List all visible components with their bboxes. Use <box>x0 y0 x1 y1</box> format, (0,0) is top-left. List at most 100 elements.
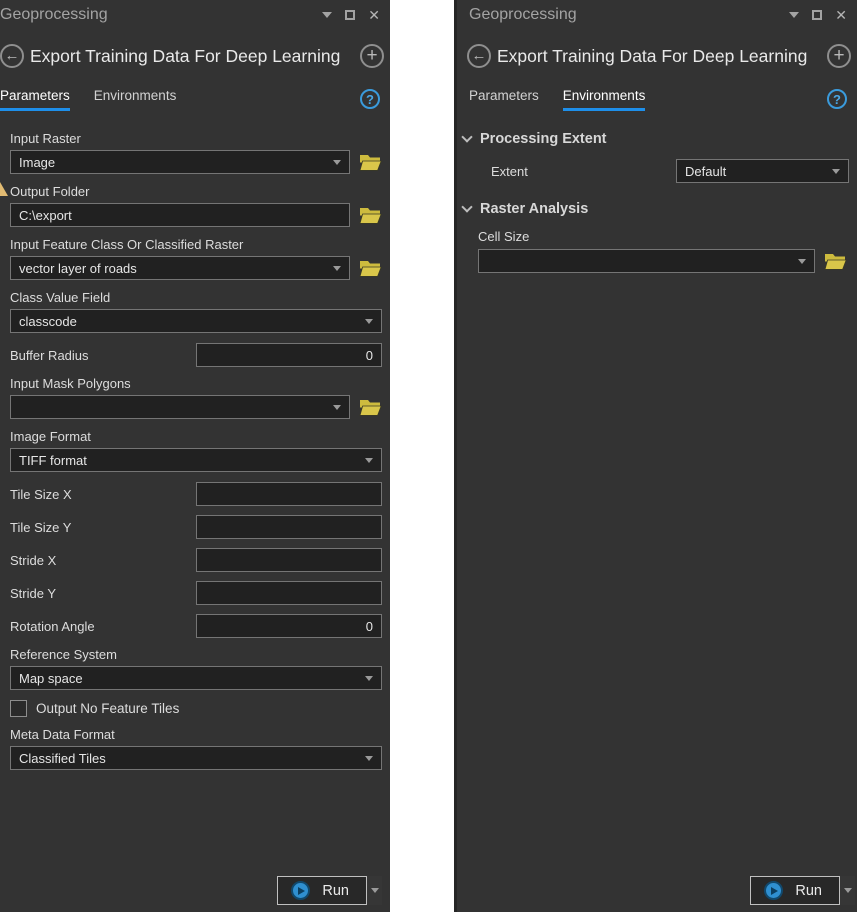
input-feature-class-browse-button[interactable] <box>358 258 382 278</box>
field-label: Meta Data Format <box>10 727 382 742</box>
geoprocessing-pane-parameters: Geoprocessing ✕ ← Export Training Data F… <box>0 0 390 912</box>
field-label: Reference System <box>10 647 382 662</box>
output-folder-input[interactable] <box>10 203 350 227</box>
back-arrow-icon: ← <box>5 48 20 63</box>
add-to-new-button[interactable]: + <box>360 44 384 68</box>
back-button[interactable]: ← <box>467 44 491 68</box>
chevron-down-icon <box>832 169 840 174</box>
combo-value: Default <box>685 164 832 179</box>
tab-environments[interactable]: Environments <box>94 88 177 111</box>
back-button[interactable]: ← <box>0 44 24 68</box>
stride-x-input[interactable] <box>196 548 382 572</box>
pane-menu-caret-icon[interactable] <box>322 12 332 18</box>
field-label: Output Folder <box>10 184 382 199</box>
cell-size-browse-button[interactable] <box>823 251 847 271</box>
plus-icon: + <box>833 46 844 65</box>
folder-icon <box>359 153 382 172</box>
float-window-icon[interactable] <box>345 10 355 20</box>
rotation-angle-input[interactable] <box>196 614 382 638</box>
tab-bar: Parameters Environments ? <box>0 70 390 111</box>
input-mask-polygons-combobox[interactable] <box>10 395 350 419</box>
pane-titlebar: Geoprocessing ✕ <box>0 0 390 30</box>
section-processing-extent[interactable]: Processing Extent <box>463 125 850 157</box>
field-rotation-angle: Rotation Angle <box>10 614 382 638</box>
field-tile-size-y: Tile Size Y <box>10 515 382 539</box>
field-input-feature-class: Input Feature Class Or Classified Raster… <box>10 237 382 280</box>
chevron-down-icon <box>365 756 373 761</box>
input-feature-class-combobox[interactable]: vector layer of roads <box>10 256 350 280</box>
section-title: Raster Analysis <box>480 201 588 217</box>
input-raster-combobox[interactable]: Image <box>10 150 350 174</box>
input-raster-browse-button[interactable] <box>358 152 382 172</box>
section-raster-analysis[interactable]: Raster Analysis <box>463 195 850 227</box>
pane-titlebar: Geoprocessing ✕ <box>457 0 857 30</box>
section-title: Processing Extent <box>480 131 607 147</box>
field-reference-system: Reference System Map space <box>10 647 382 690</box>
field-cell-size: Cell Size <box>463 227 850 283</box>
chevron-down-icon <box>365 458 373 463</box>
environments-form: Processing Extent Extent Default Raster … <box>457 111 857 283</box>
back-arrow-icon: ← <box>472 48 487 63</box>
question-mark-icon: ? <box>366 92 374 107</box>
field-label: Cell Size <box>478 229 847 244</box>
field-input-raster: Input Raster Image <box>10 131 382 174</box>
field-label: Rotation Angle <box>10 619 196 634</box>
field-label: Stride Y <box>10 586 196 601</box>
chevron-down-icon <box>333 160 341 165</box>
field-buffer-radius: Buffer Radius <box>10 343 382 367</box>
help-button[interactable]: ? <box>827 89 847 109</box>
folder-icon <box>359 206 382 225</box>
field-label: Input Raster <box>10 131 382 146</box>
meta-data-format-combobox[interactable]: Classified Tiles <box>10 746 382 770</box>
float-window-icon[interactable] <box>812 10 822 20</box>
parameters-form: Input Raster Image Output Folder <box>0 111 390 770</box>
chevron-down-icon <box>365 676 373 681</box>
run-button[interactable]: Run <box>277 876 367 905</box>
chevron-down-icon <box>365 319 373 324</box>
run-options-arrow[interactable] <box>840 876 855 905</box>
tab-parameters[interactable]: Parameters <box>469 88 539 111</box>
field-extent: Extent Default <box>463 157 850 195</box>
chevron-down-icon <box>333 266 341 271</box>
add-to-new-button[interactable]: + <box>827 44 851 68</box>
combo-value: classcode <box>19 314 365 329</box>
field-label: Image Format <box>10 429 382 444</box>
image-format-combobox[interactable]: TIFF format <box>10 448 382 472</box>
output-folder-browse-button[interactable] <box>358 205 382 225</box>
field-label: Stride X <box>10 553 196 568</box>
pane-title: Geoprocessing <box>469 6 789 24</box>
run-button[interactable]: Run <box>750 876 840 905</box>
output-no-feature-tiles-checkbox[interactable] <box>10 700 27 717</box>
pane-menu-caret-icon[interactable] <box>789 12 799 18</box>
tab-environments[interactable]: Environments <box>563 88 646 111</box>
class-value-field-combobox[interactable]: classcode <box>10 309 382 333</box>
tool-title: Export Training Data For Deep Learning <box>497 46 821 67</box>
tile-size-x-input[interactable] <box>196 482 382 506</box>
help-button[interactable]: ? <box>360 89 380 109</box>
run-play-icon <box>764 881 783 900</box>
field-tile-size-x: Tile Size X <box>10 482 382 506</box>
combo-value: Classified Tiles <box>19 751 365 766</box>
folder-icon <box>359 259 382 278</box>
chevron-down-icon <box>461 201 472 212</box>
pane-title: Geoprocessing <box>0 6 322 24</box>
input-mask-polygons-browse-button[interactable] <box>358 397 382 417</box>
stride-y-input[interactable] <box>196 581 382 605</box>
tab-bar: Parameters Environments ? <box>457 70 857 111</box>
tile-size-y-input[interactable] <box>196 515 382 539</box>
chevron-down-icon <box>461 131 472 142</box>
cell-size-combobox[interactable] <box>478 249 815 273</box>
close-icon[interactable]: ✕ <box>368 8 380 22</box>
chevron-down-icon <box>798 259 806 264</box>
tab-parameters[interactable]: Parameters <box>0 88 70 111</box>
close-icon[interactable]: ✕ <box>835 8 847 22</box>
warning-icon <box>0 182 8 196</box>
combo-value: Image <box>19 155 333 170</box>
extent-combobox[interactable]: Default <box>676 159 849 183</box>
field-label: Input Feature Class Or Classified Raster <box>10 237 382 252</box>
reference-system-combobox[interactable]: Map space <box>10 666 382 690</box>
tool-title: Export Training Data For Deep Learning <box>30 46 354 67</box>
buffer-radius-input[interactable] <box>196 343 382 367</box>
combo-value: TIFF format <box>19 453 365 468</box>
run-options-arrow[interactable] <box>367 876 382 905</box>
